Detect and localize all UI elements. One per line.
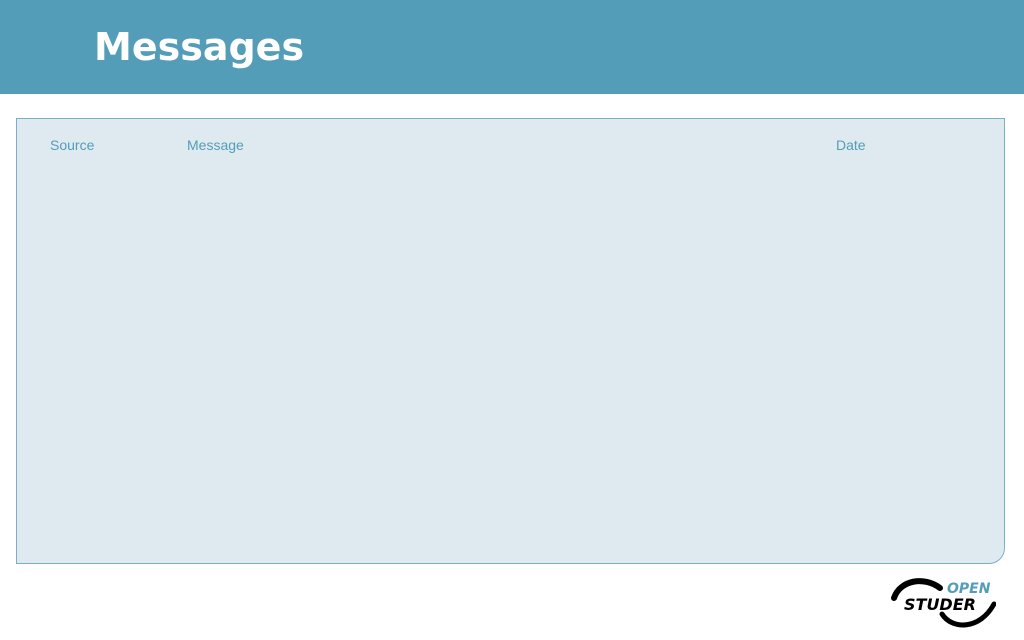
open-studer-logo: OPEN STUDER bbox=[891, 578, 996, 628]
column-header-source: Source bbox=[50, 137, 95, 153]
header-bar: Messages bbox=[0, 0, 1024, 94]
column-header-message: Message bbox=[187, 137, 244, 153]
messages-table: Source Message Date bbox=[16, 118, 1005, 564]
page-title: Messages bbox=[94, 25, 305, 69]
logo-text-studer: STUDER bbox=[904, 595, 976, 614]
column-header-date: Date bbox=[836, 137, 866, 153]
